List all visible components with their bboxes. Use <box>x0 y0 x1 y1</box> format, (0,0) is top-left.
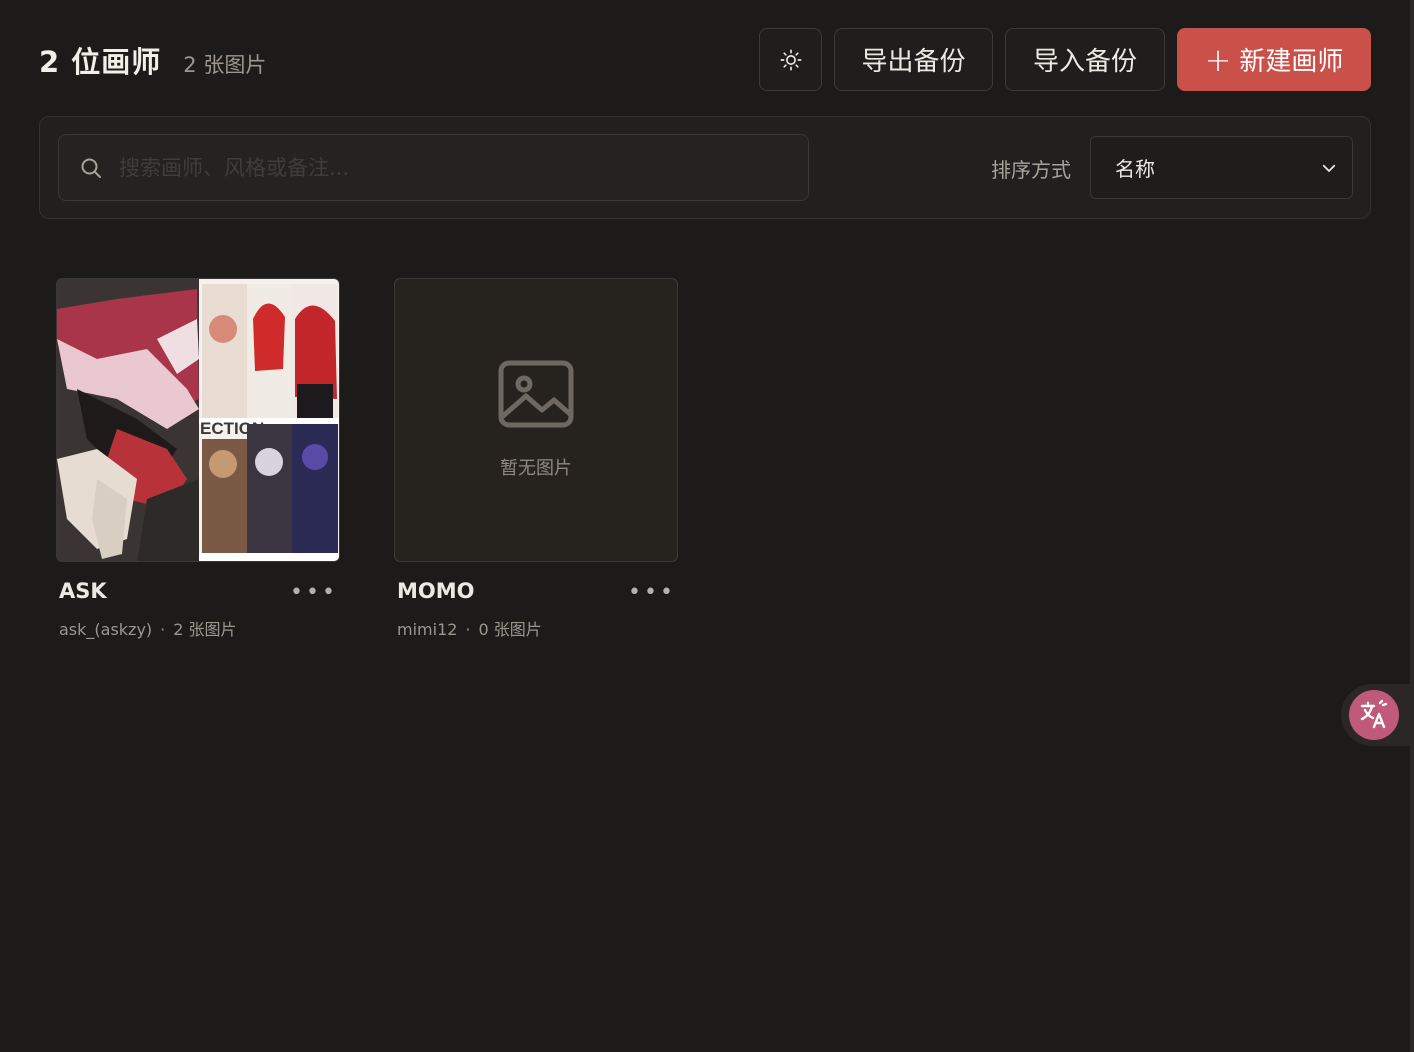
scrollbar[interactable] <box>1410 0 1414 1052</box>
page-header: 2 位画师 2 张图片 导出备份 导入备份 + 新建画师 <box>39 28 1371 91</box>
filter-panel: 排序方式 名称 <box>39 116 1371 219</box>
artwork-collage-image: ECTION <box>57 279 339 561</box>
import-backup-button[interactable]: 导入备份 <box>1005 28 1165 91</box>
search-icon <box>79 156 103 180</box>
plus-icon: + <box>1204 40 1232 79</box>
search-input[interactable] <box>119 135 808 200</box>
sort-label: 排序方式 <box>991 158 1071 182</box>
sort-selected-value: 名称 <box>1115 157 1155 181</box>
floating-dock <box>1341 684 1414 746</box>
meta-separator: · <box>465 620 471 639</box>
new-artist-button[interactable]: + 新建画师 <box>1177 28 1371 91</box>
artist-thumbnail-empty[interactable]: 暂无图片 <box>394 278 678 562</box>
meta-separator: · <box>160 620 166 639</box>
card-footer: MOMO ••• mimi12 · 0 张图片 <box>394 562 678 642</box>
header-actions: 导出备份 导入备份 + 新建画师 <box>759 28 1371 91</box>
artist-meta: ask_(askzy) · 2 张图片 <box>59 616 237 640</box>
artist-thumbnail[interactable]: ECTION <box>56 278 340 562</box>
more-options-button[interactable]: ••• <box>290 580 335 605</box>
app-page: 2 位画师 2 张图片 导出备份 导入备份 + 新建画师 搜索画师、风格或备注.… <box>0 0 1414 1052</box>
theme-toggle-button[interactable] <box>759 28 822 91</box>
artist-name: ASK <box>59 579 107 603</box>
image-count: 2 张图片 <box>183 52 267 77</box>
translate-button[interactable] <box>1349 690 1399 740</box>
empty-text: 暂无图片 <box>500 458 572 479</box>
artist-name: MOMO <box>397 579 475 603</box>
artist-handle: mimi12 <box>397 620 458 639</box>
artist-image-count: 0 张图片 <box>478 620 542 639</box>
new-artist-label: 新建画师 <box>1239 47 1344 77</box>
artist-card[interactable]: ECTION ASK ••• ask_(askzy) · 2 张图片 <box>56 278 340 642</box>
image-placeholder-icon <box>498 360 574 428</box>
page-title: 2 位画师 <box>39 44 162 79</box>
search-box[interactable] <box>58 134 809 201</box>
sun-icon <box>780 49 801 70</box>
card-footer: ASK ••• ask_(askzy) · 2 张图片 <box>56 562 340 642</box>
artist-handle: ask_(askzy) <box>59 620 153 639</box>
artist-image-count: 2 张图片 <box>173 620 237 639</box>
title-group: 2 位画师 2 张图片 <box>39 39 759 81</box>
chevron-down-icon <box>1322 164 1336 172</box>
artist-meta: mimi12 · 0 张图片 <box>397 616 542 640</box>
sort-select[interactable]: 名称 <box>1090 136 1353 199</box>
artist-card[interactable]: 暂无图片 MOMO ••• mimi12 · 0 张图片 <box>394 278 678 642</box>
more-options-button[interactable]: ••• <box>628 580 673 605</box>
export-backup-button[interactable]: 导出备份 <box>834 28 993 91</box>
translate-icon <box>1360 699 1388 729</box>
